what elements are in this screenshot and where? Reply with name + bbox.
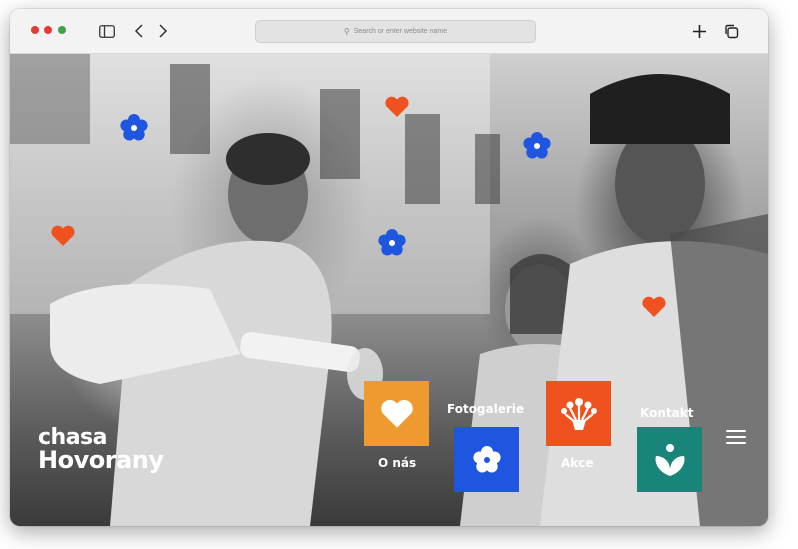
nav-tile-kontakt[interactable]	[637, 427, 702, 492]
heart-icon	[51, 225, 75, 246]
sprout-icon	[655, 443, 684, 476]
heart-icon	[385, 96, 409, 117]
forward-arrow-icon[interactable]	[153, 21, 173, 41]
browser-window: ⚲ Search or enter website name chasa Hov…	[10, 9, 768, 526]
nav-label-fotogalerie[interactable]: Fotogalerie	[447, 402, 524, 416]
address-bar[interactable]: ⚲ Search or enter website name	[255, 20, 536, 43]
nav-label-kontakt[interactable]: Kontakt	[640, 406, 693, 420]
nav-tile-akce[interactable]	[546, 381, 611, 446]
flower-icon	[523, 132, 551, 159]
nav-label-o-nas[interactable]: O nás	[378, 456, 416, 470]
search-icon: ⚲	[343, 27, 350, 36]
flower-icon	[472, 445, 501, 472]
nav-tile-fotogalerie[interactable]	[454, 427, 519, 492]
nav-label-akce[interactable]: Akce	[561, 456, 594, 470]
flower-icon	[378, 229, 406, 256]
heart-icon	[380, 399, 413, 428]
back-arrow-icon[interactable]	[129, 21, 149, 41]
minimize-window-button[interactable]	[44, 26, 52, 34]
address-placeholder: Search or enter website name	[353, 28, 448, 35]
heart-icon	[642, 296, 666, 317]
browser-toolbar: ⚲ Search or enter website name	[10, 9, 768, 54]
maximize-window-button[interactable]	[58, 26, 66, 34]
hero-section: chasa Hovorany O nás Fotogalerie Akce Ko…	[10, 54, 768, 526]
site-logo[interactable]: chasa Hovorany	[38, 427, 164, 474]
bouquet-icon	[560, 397, 597, 430]
tabs-overview-icon[interactable]	[721, 21, 741, 41]
nav-tile-o-nas[interactable]	[364, 381, 429, 446]
hamburger-menu-icon[interactable]	[726, 430, 746, 446]
flower-icon	[120, 114, 148, 141]
sidebar-toggle-icon[interactable]	[97, 21, 117, 41]
close-window-button[interactable]	[31, 26, 39, 34]
new-tab-icon[interactable]	[689, 21, 709, 41]
logo-line2: Hovorany	[38, 446, 164, 474]
